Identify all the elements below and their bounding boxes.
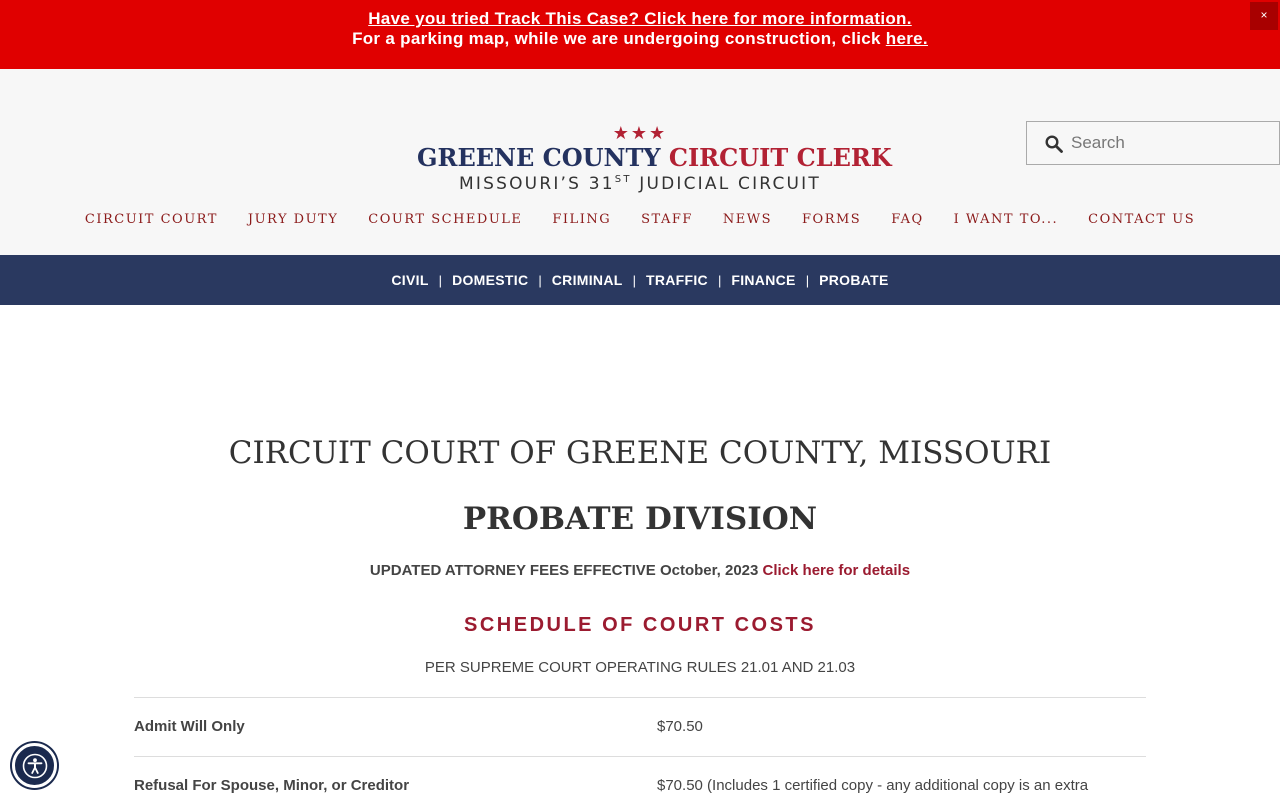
fee-name: Admit Will Only	[134, 718, 245, 735]
logo-stars: ★★★	[612, 123, 668, 143]
alert-banner: Have you tried Track This Case? Click he…	[0, 0, 1280, 69]
division-separator: |	[632, 272, 636, 288]
fee-details-link[interactable]: Click here for details	[763, 562, 911, 579]
division-finance[interactable]: FINANCE	[731, 272, 795, 288]
nav-staff[interactable]: STAFF	[626, 212, 708, 227]
fee-value: $70.50 (Includes 1 certified copy - any …	[657, 777, 1089, 794]
nav-filing[interactable]: FILING	[537, 212, 626, 227]
site-header: ★★★ GREENE COUNTY CIRCUIT CLERK MISSOURI…	[0, 69, 1280, 255]
logo-subtitle: MISSOURI’S 31ST JUDICIAL CIRCUIT	[417, 174, 863, 194]
alert-line-2: For a parking map, while we are undergoi…	[0, 29, 1280, 49]
division-separator: |	[438, 272, 443, 288]
division-probate[interactable]: PROBATE	[819, 272, 889, 288]
nav-i-want-to[interactable]: I WANT TO...	[939, 212, 1074, 227]
court-costs-table: Admit Will Only $70.50 Refusal For Spous…	[134, 697, 1146, 800]
page-heading: CIRCUIT COURT OF GREENE COUNTY, MISSOURI	[228, 435, 1052, 471]
main-content: CIRCUIT COURT OF GREENE COUNTY, MISSOURI…	[0, 305, 1280, 800]
accessibility-button[interactable]	[12, 743, 57, 788]
table-row: Refusal For Spouse, Minor, or Creditor $…	[134, 756, 1146, 800]
division-separator: |	[717, 272, 722, 288]
logo-title-clerk: CIRCUIT CLERK	[668, 143, 892, 172]
search-input[interactable]	[1071, 123, 1271, 163]
parking-map-text: For a parking map, while we are undergoi…	[352, 29, 886, 48]
logo-subtitle-pre: MISSOURI’S 31	[459, 174, 615, 194]
logo-title: GREENE COUNTY CIRCUIT CLERK	[417, 142, 892, 174]
division-domestic[interactable]: DOMESTIC	[452, 272, 528, 288]
logo-subtitle-post: JUDICIAL CIRCUIT	[631, 174, 821, 194]
logo-subtitle-sup: ST	[614, 174, 632, 185]
fee-name: Refusal For Spouse, Minor, or Creditor	[134, 777, 410, 794]
division-title: PROBATE DIVISION	[462, 501, 818, 537]
main-nav: CIRCUIT COURT JURY DUTY COURT SCHEDULE F…	[0, 212, 1280, 227]
division-civil[interactable]: CIVIL	[391, 272, 428, 288]
search-icon[interactable]	[1045, 135, 1063, 153]
nav-court-schedule[interactable]: COURT SCHEDULE	[353, 212, 537, 227]
logo-title-county: GREENE COUNTY	[417, 143, 669, 172]
site-logo[interactable]: ★★★ GREENE COUNTY CIRCUIT CLERK MISSOURI…	[417, 123, 892, 194]
alert-close-button[interactable]: ×	[1250, 2, 1278, 30]
division-separator: |	[805, 272, 810, 288]
alert-line-1: Have you tried Track This Case? Click he…	[0, 9, 1280, 29]
track-this-case-link[interactable]: Have you tried Track This Case? Click he…	[368, 9, 912, 28]
fee-update-notice: UPDATED ATTORNEY FEES EFFECTIVE October,…	[0, 562, 1280, 579]
fee-update-text: UPDATED ATTORNEY FEES EFFECTIVE October,…	[369, 562, 763, 579]
search-box	[1026, 121, 1280, 165]
nav-faq[interactable]: FAQ	[876, 212, 938, 227]
nav-news[interactable]: NEWS	[708, 212, 787, 227]
parking-map-link[interactable]: here.	[886, 29, 928, 48]
nav-circuit-court[interactable]: CIRCUIT COURT	[70, 212, 233, 227]
division-traffic[interactable]: TRAFFIC	[646, 272, 708, 288]
nav-jury-duty[interactable]: JURY DUTY	[233, 212, 353, 227]
accessibility-icon	[22, 753, 48, 779]
schedule-title: SCHEDULE OF COURT COSTS	[464, 614, 816, 636]
division-separator: |	[538, 272, 542, 288]
rules-reference: PER SUPREME COURT OPERATING RULES 21.01 …	[424, 659, 856, 676]
division-criminal[interactable]: CRIMINAL	[552, 272, 623, 288]
nav-contact-us[interactable]: CONTACT US	[1073, 212, 1210, 227]
nav-forms[interactable]: FORMS	[787, 212, 876, 227]
division-nav: CIVIL | DOMESTIC | CRIMINAL | TRAFFIC | …	[0, 255, 1280, 305]
fee-value: $70.50	[657, 718, 703, 735]
table-row: Admit Will Only $70.50	[134, 697, 1146, 756]
